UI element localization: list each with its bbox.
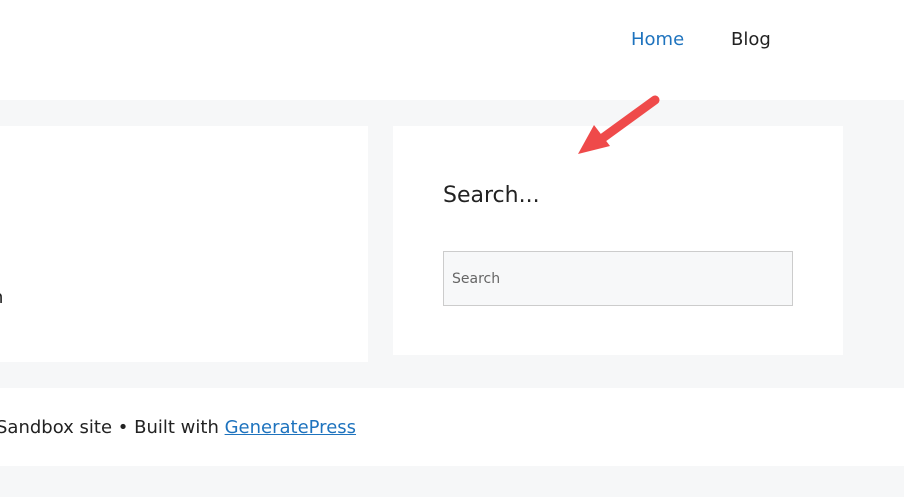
site-header: Home Blog: [0, 0, 904, 100]
red-arrow-icon: [578, 95, 660, 154]
content-card: [0, 126, 368, 362]
page: Home Blog n Search... Sandbox site • Bui…: [0, 0, 904, 497]
footer-credits-text: Sandbox site • Built with: [0, 417, 225, 438]
search-widget-title: Search...: [443, 183, 540, 208]
arrow-shaft: [595, 95, 660, 145]
search-input[interactable]: [443, 251, 793, 306]
nav-link-blog[interactable]: Blog: [731, 28, 771, 52]
nav-link-home[interactable]: Home: [631, 28, 684, 52]
content-card-text: n: [0, 286, 3, 310]
footer-link-generatepress[interactable]: GeneratePress: [225, 417, 356, 438]
footer-credits: Sandbox site • Built with GeneratePress: [0, 416, 356, 440]
